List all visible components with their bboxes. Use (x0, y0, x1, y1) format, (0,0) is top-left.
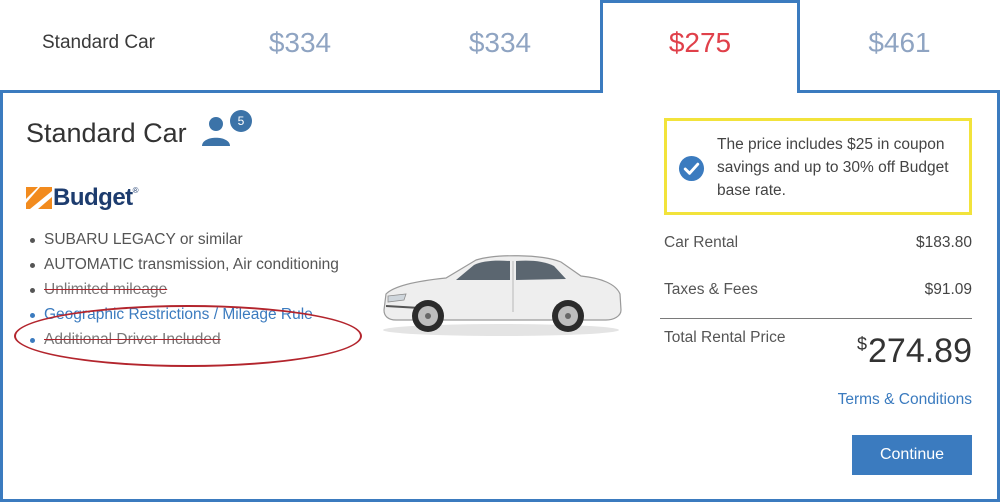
passenger-count-badge: 5 (230, 110, 252, 132)
car-rental-amount: $183.80 (915, 234, 972, 251)
total-price: $274.89 (857, 332, 972, 371)
tab-row-label: Standard Car (42, 32, 156, 53)
feature-transmission: AUTOMATIC transmission, Air conditioning (26, 256, 346, 274)
taxes-label: Taxes & Fees (664, 281, 758, 298)
budget-logo-mark (26, 187, 52, 209)
frame-tab-right (797, 0, 800, 93)
frame-top-right (797, 90, 1000, 93)
price-tabs: Standard Car $334 $334 $275 $461 (0, 0, 1000, 92)
terms-conditions-link[interactable]: Terms & Conditions (838, 391, 972, 409)
savings-callout: The price includes $25 in coupon savings… (664, 118, 972, 215)
total-value: 274.89 (868, 332, 972, 370)
car-image (383, 255, 622, 336)
frame-left (0, 90, 3, 502)
taxes-amount: $91.09 (924, 281, 972, 298)
savings-note: The price includes $25 in coupon savings… (717, 136, 949, 199)
check-circle-icon (678, 155, 705, 182)
feature-model: SUBARU LEGACY or similar (26, 231, 346, 249)
budget-logo: Budget ® (26, 184, 139, 212)
additional-driver-link[interactable]: Additional Driver Included (26, 331, 346, 349)
taxes-row: Taxes & Fees $91.09 (664, 281, 972, 299)
frame-tab-left (600, 0, 603, 93)
car-rental-label: Car Rental (664, 234, 739, 251)
price-divider (660, 318, 972, 319)
feature-mileage: Unlimited mileage (26, 281, 346, 299)
total-price-label: Total Rental Price (664, 329, 786, 346)
total-currency: $ (856, 334, 867, 354)
frame-tab-top (600, 0, 800, 3)
geographic-restrictions-link[interactable]: Geographic Restrictions / Mileage Rule (26, 306, 346, 324)
car-class-title: Standard Car (26, 118, 187, 148)
tab-price-selected[interactable]: $275 (601, 0, 799, 92)
continue-button[interactable]: Continue (852, 435, 972, 475)
tab-price-4[interactable]: $461 (799, 0, 1000, 92)
frame-top-left (0, 90, 603, 93)
budget-logo-tm: ® (132, 186, 139, 195)
tab-price-1[interactable]: $334 (200, 0, 400, 92)
car-rental-row: Car Rental $183.80 (664, 234, 972, 252)
tab-price-2[interactable]: $334 (400, 0, 600, 92)
budget-logo-text: Budget (53, 184, 133, 211)
car-features-list: SUBARU LEGACY or similar AUTOMATIC trans… (26, 231, 346, 356)
